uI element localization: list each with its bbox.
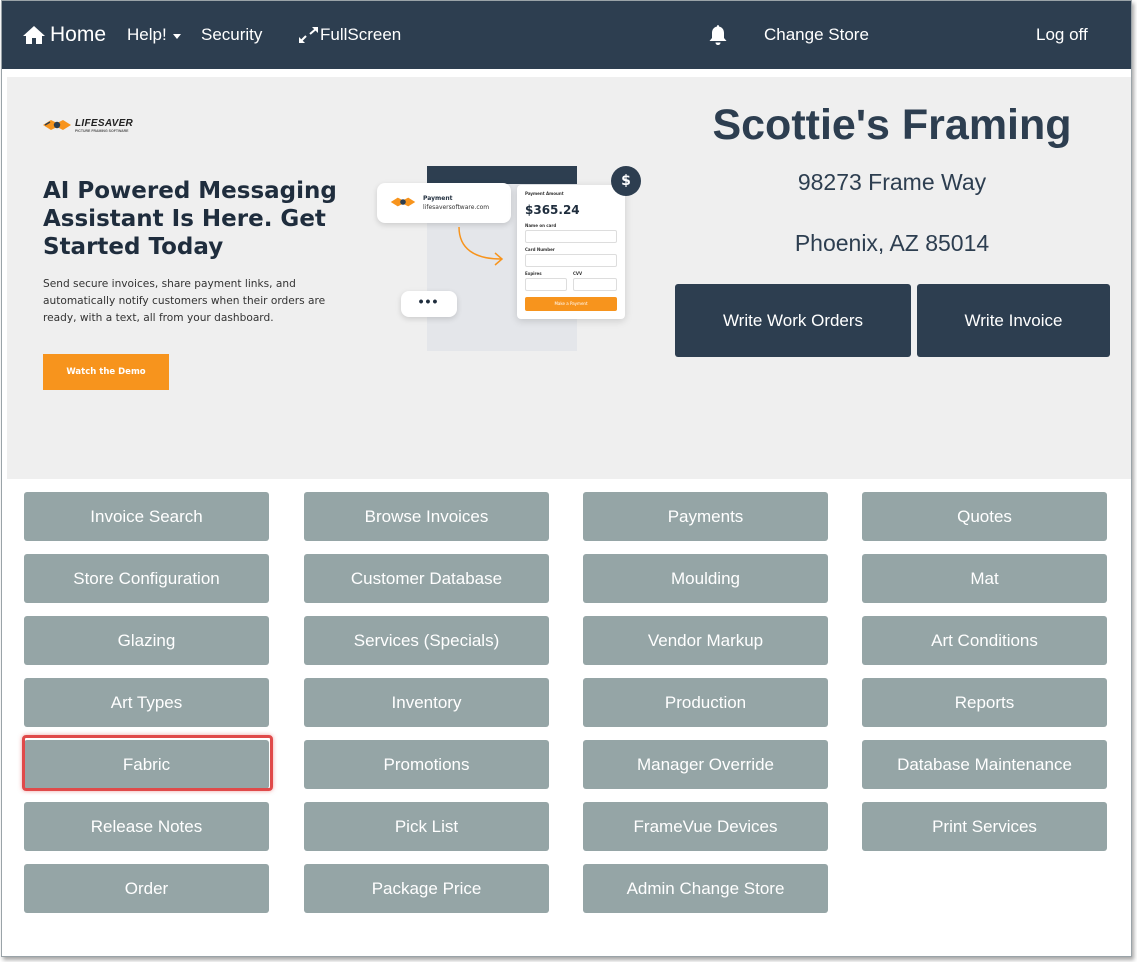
menu-promotions[interactable]: Promotions: [304, 740, 549, 789]
nav-security-label: Security: [201, 25, 263, 44]
menu-browse-invoices[interactable]: Browse Invoices: [304, 492, 549, 541]
app-frame: Home Help! Security FullScreen Change St…: [1, 0, 1132, 957]
payment-mockup: Payment lifesaversoftware.com Payment Am…: [377, 161, 667, 361]
fabric-highlight-outline: [22, 735, 273, 791]
mockup-payment-title: Payment: [423, 195, 453, 202]
menu-database-maintenance[interactable]: Database Maintenance: [862, 740, 1107, 789]
hero-panel: LIFESAVER PICTURE FRAMING SOFTWARE AI Pow…: [7, 77, 1131, 479]
lifesaver-logo-icon: [43, 120, 71, 130]
nav-logoff[interactable]: Log off: [1036, 1, 1088, 69]
nav-help-menu[interactable]: Help!: [127, 1, 181, 69]
mockup-payment-form: Payment Amount $365.24 Name on card Card…: [517, 185, 625, 319]
mockup-cvv-field: [573, 278, 617, 291]
nav-fullscreen-label: FullScreen: [320, 25, 402, 44]
menu-reports[interactable]: Reports: [862, 678, 1107, 727]
logo-subtext: PICTURE FRAMING SOFTWARE: [75, 128, 129, 133]
menu-vendor-markup[interactable]: Vendor Markup: [583, 616, 828, 665]
arrow-icon: [458, 226, 504, 266]
nav-security[interactable]: Security: [201, 1, 262, 69]
store-city: Phoenix, AZ 85014: [794, 230, 990, 256]
menu-inventory[interactable]: Inventory: [304, 678, 549, 727]
menu-art-types[interactable]: Art Types: [24, 678, 269, 727]
write-work-orders-button[interactable]: Write Work Orders: [675, 284, 911, 357]
menu-store-configuration[interactable]: Store Configuration: [24, 554, 269, 603]
nav-change-store-label: Change Store: [764, 25, 869, 44]
logo-text: LIFESAVER: [75, 117, 134, 129]
mockup-phone-header: [427, 166, 577, 184]
menu-pick-list[interactable]: Pick List: [304, 802, 549, 851]
menu-package-price[interactable]: Package Price: [304, 864, 549, 913]
nav-home[interactable]: Home: [22, 1, 106, 69]
promo-body: Send secure invoices, share payment link…: [43, 278, 326, 324]
menu-production[interactable]: Production: [583, 678, 828, 727]
mockup-pay-button: Make a Payment: [525, 297, 617, 311]
nav-home-label: Home: [50, 23, 107, 46]
write-invoice-button[interactable]: Write Invoice: [917, 284, 1110, 357]
mockup-name-field: [525, 230, 617, 243]
menu-admin-change-store[interactable]: Admin Change Store: [583, 864, 828, 913]
menu-art-conditions[interactable]: Art Conditions: [862, 616, 1107, 665]
menu-framevue-devices[interactable]: FrameVue Devices: [583, 802, 828, 851]
menu-invoice-search[interactable]: Invoice Search: [24, 492, 269, 541]
store-name: Scottie's Framing: [712, 101, 1072, 149]
mockup-payment-card: Payment lifesaversoftware.com: [377, 183, 511, 223]
menu-glazing[interactable]: Glazing: [24, 616, 269, 665]
mockup-name-label: Name on card: [525, 223, 557, 228]
home-icon: [23, 26, 45, 44]
store-street: 98273 Frame Way: [797, 169, 987, 195]
nav-logoff-label: Log off: [1036, 25, 1088, 44]
notifications-button[interactable]: [708, 1, 728, 69]
expand-icon: [299, 27, 318, 43]
menu-manager-override[interactable]: Manager Override: [583, 740, 828, 789]
mockup-card-field: [525, 254, 617, 267]
nav-change-store[interactable]: Change Store: [764, 1, 869, 69]
dollar-icon: $: [611, 166, 641, 196]
mockup-card-label: Card Number: [525, 247, 555, 252]
menu-order[interactable]: Order: [24, 864, 269, 913]
watch-demo-button[interactable]: Watch the Demo: [43, 354, 169, 390]
mockup-amount: $365.24: [525, 203, 580, 217]
menu-customer-database[interactable]: Customer Database: [304, 554, 549, 603]
mockup-amount-label: Payment Amount: [525, 191, 564, 196]
typing-dots-icon: •••: [401, 291, 457, 317]
lifesaver-logo-icon: [390, 197, 416, 207]
mockup-expires-field: [525, 278, 567, 291]
menu-moulding[interactable]: Moulding: [583, 554, 828, 603]
menu-payments[interactable]: Payments: [583, 492, 828, 541]
menu-release-notes[interactable]: Release Notes: [24, 802, 269, 851]
menu-mat[interactable]: Mat: [862, 554, 1107, 603]
promo-headline: AI Powered Messaging Assistant Is Here. …: [43, 178, 337, 260]
mockup-cvv-label: CVV: [573, 271, 583, 276]
menu-print-services[interactable]: Print Services: [862, 802, 1107, 851]
menu-services-specials[interactable]: Services (Specials): [304, 616, 549, 665]
mockup-expires-label: Expires: [525, 271, 542, 276]
top-navbar: Home Help! Security FullScreen Change St…: [2, 1, 1131, 69]
bell-icon: [709, 25, 727, 45]
menu-quotes[interactable]: Quotes: [862, 492, 1107, 541]
mockup-payment-site: lifesaversoftware.com: [423, 204, 490, 211]
nav-help-label: Help!: [127, 25, 167, 44]
promo-banner[interactable]: LIFESAVER PICTURE FRAMING SOFTWARE AI Pow…: [7, 77, 667, 479]
chevron-down-icon: [172, 33, 181, 39]
nav-fullscreen[interactable]: FullScreen: [298, 1, 401, 69]
lifesaver-logo: LIFESAVER PICTURE FRAMING SOFTWARE: [41, 117, 133, 133]
